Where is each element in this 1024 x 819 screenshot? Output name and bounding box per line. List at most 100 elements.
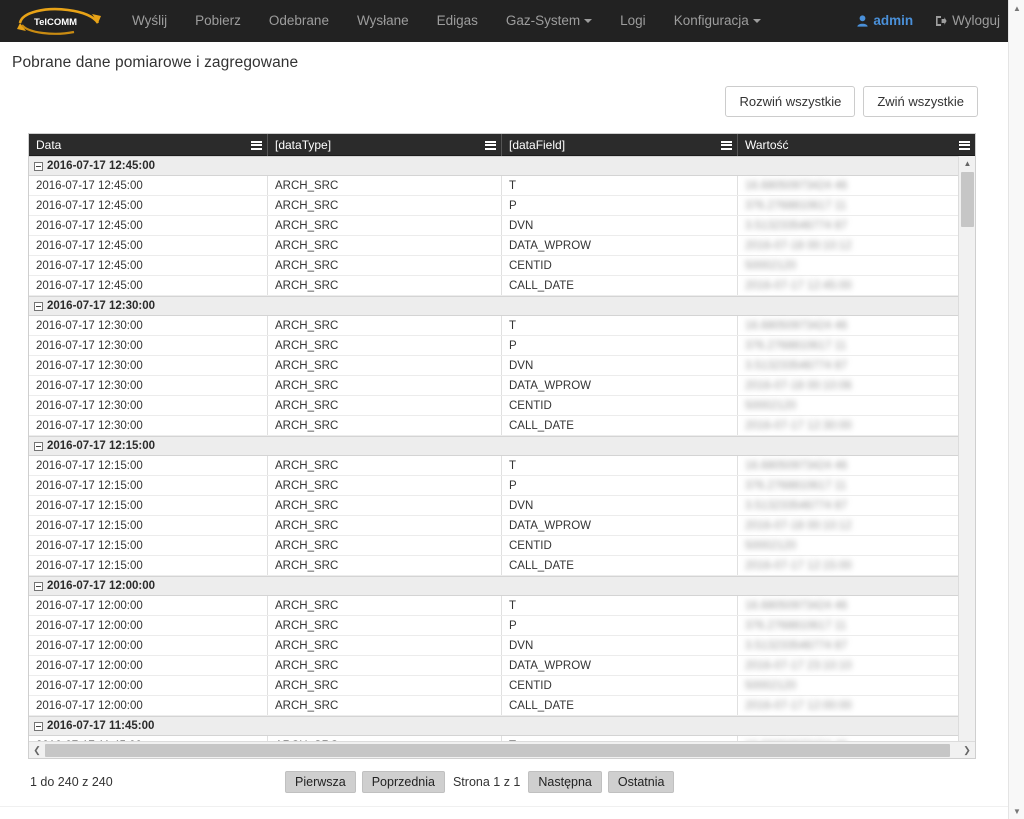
- table-row[interactable]: 2016-07-17 12:15:00 ARCH_SRC CENTID 5000212…: [29, 536, 959, 556]
- table-row[interactable]: 2016-07-17 12:15:00 ARCH_SRC DVN 3.51323354…: [29, 496, 959, 516]
- horizontal-scroll-thumb[interactable]: [45, 743, 950, 757]
- current-user[interactable]: admin: [845, 0, 925, 42]
- cell-wartosc: 3.513233546774 87: [745, 360, 848, 372]
- pagination-bar: 1 do 240 z 240 Pierwsza Poprzednia Stron…: [30, 769, 978, 795]
- nav-item-label: Wysłane: [356, 13, 409, 28]
- cell-datatype: ARCH_SRC: [268, 256, 502, 275]
- table-row[interactable]: 2016-07-17 12:00:00 ARCH_SRC CALL_DATE 2016…: [29, 696, 959, 716]
- minus-box-icon[interactable]: [34, 161, 43, 171]
- cell-datatype: ARCH_SRC: [268, 176, 502, 195]
- table-row[interactable]: 2016-07-17 12:45:00 ARCH_SRC DVN 3.51323354…: [29, 216, 959, 236]
- nav-item-logi[interactable]: Logi: [606, 0, 660, 42]
- first-page-button[interactable]: Pierwsza: [285, 771, 356, 793]
- column-menu-icon[interactable]: [959, 140, 970, 150]
- scroll-right-arrow-icon[interactable]: ❯: [959, 742, 975, 759]
- nav-item-odebrane[interactable]: Odebrane: [255, 0, 343, 42]
- table-row[interactable]: 2016-07-17 12:45:00 ARCH_SRC DATA_WPROW 201…: [29, 236, 959, 256]
- table-row[interactable]: 2016-07-17 12:30:00 ARCH_SRC CENTID 5000212…: [29, 396, 959, 416]
- table-row[interactable]: 2016-07-17 12:30:00 ARCH_SRC T 16.680509734…: [29, 316, 959, 336]
- expand-all-button[interactable]: Rozwiń wszystkie: [725, 86, 856, 117]
- collapse-all-button[interactable]: Zwiń wszystkie: [863, 86, 978, 117]
- cell-data: 2016-07-17 12:30:00: [29, 416, 268, 435]
- nav-items: Wyślij Pobierz Odebrane Wysłane Edigas G…: [118, 0, 775, 42]
- nav-item-label: Gaz-System: [505, 13, 581, 28]
- cell-data: 2016-07-17 12:15:00: [29, 516, 268, 535]
- cell-data: 2016-07-17 12:00:00: [29, 696, 268, 715]
- grid-header-row: Data [dataType] [dataField] Wartość: [29, 134, 975, 156]
- table-row[interactable]: 2016-07-17 12:15:00 ARCH_SRC T 16.680509734…: [29, 456, 959, 476]
- table-row[interactable]: 2016-07-17 12:15:00 ARCH_SRC CALL_DATE 2016…: [29, 556, 959, 576]
- nav-item-label: Edigas: [436, 13, 478, 28]
- table-row[interactable]: 2016-07-17 12:45:00 ARCH_SRC T 16.680509734…: [29, 176, 959, 196]
- cell-datatype: ARCH_SRC: [268, 196, 502, 215]
- cell-datafield: T: [502, 176, 738, 195]
- nav-item-konfiguracja[interactable]: Konfiguracja: [660, 0, 775, 42]
- page-indicator: Strona 1 z 1: [452, 775, 521, 789]
- grid-horizontal-scrollbar[interactable]: ❮ ❯: [29, 741, 975, 758]
- nav-item-edigas[interactable]: Edigas: [423, 0, 492, 42]
- scroll-up-arrow-icon[interactable]: ▲: [959, 156, 975, 171]
- grid-column-header-1[interactable]: [dataType]: [268, 134, 502, 156]
- page-title: Pobrane dane pomiarowe i zagregowane: [12, 54, 299, 71]
- browser-scroll-down-icon[interactable]: ▼: [1009, 803, 1024, 819]
- column-menu-icon[interactable]: [251, 140, 262, 150]
- nav-item-wyslane[interactable]: Wysłane: [343, 0, 423, 42]
- grid-column-header-2[interactable]: [dataField]: [502, 134, 738, 156]
- cell-datatype: ARCH_SRC: [268, 356, 502, 375]
- nav-item-gaz-system[interactable]: Gaz-System: [492, 0, 606, 42]
- cell-data: 2016-07-17 12:15:00: [29, 556, 268, 575]
- table-row[interactable]: 2016-07-17 12:15:00 ARCH_SRC DATA_WPROW 201…: [29, 516, 959, 536]
- cell-wartosc: 16.68050973424 46: [745, 180, 848, 192]
- nav-item-label: Logi: [620, 13, 646, 28]
- grid-column-header-0[interactable]: Data: [29, 134, 268, 156]
- brand-logo[interactable]: TelCOMM: [8, 0, 108, 42]
- scroll-left-arrow-icon[interactable]: ❮: [29, 742, 45, 759]
- table-row[interactable]: 2016-07-17 12:00:00 ARCH_SRC DVN 3.51323354…: [29, 636, 959, 656]
- column-menu-icon[interactable]: [721, 140, 732, 150]
- prev-page-button[interactable]: Poprzednia: [361, 771, 445, 793]
- vertical-scroll-thumb[interactable]: [961, 172, 974, 227]
- cell-data: 2016-07-17 12:00:00: [29, 596, 268, 615]
- table-row[interactable]: 2016-07-17 12:15:00 ARCH_SRC P 376.27688106…: [29, 476, 959, 496]
- data-grid: Data [dataType] [dataField] Wartość 2016-07…: [28, 133, 976, 759]
- group-header-row[interactable]: 2016-07-17 12:45:00: [29, 156, 959, 176]
- column-menu-icon[interactable]: [485, 140, 496, 150]
- table-row[interactable]: 2016-07-17 12:30:00 ARCH_SRC DVN 3.51323354…: [29, 356, 959, 376]
- browser-scrollbar[interactable]: ▲ ▼: [1008, 0, 1024, 819]
- cell-datatype: ARCH_SRC: [268, 396, 502, 415]
- cell-wartosc: 50002120: [745, 400, 797, 412]
- group-header-row[interactable]: 2016-07-17 12:00:00: [29, 576, 959, 596]
- logout-button[interactable]: Wyloguj: [925, 0, 1010, 42]
- minus-box-icon[interactable]: [34, 441, 43, 451]
- horizontal-scroll-track[interactable]: [45, 742, 959, 759]
- cell-datafield: CENTID: [502, 396, 738, 415]
- minus-box-icon[interactable]: [34, 721, 43, 731]
- table-row[interactable]: 2016-07-17 12:45:00 ARCH_SRC CALL_DATE 2016…: [29, 276, 959, 296]
- next-page-button[interactable]: Następna: [528, 771, 602, 793]
- nav-item-wyslij[interactable]: Wyślij: [118, 0, 181, 42]
- minus-box-icon[interactable]: [34, 581, 43, 591]
- table-row[interactable]: 2016-07-17 12:30:00 ARCH_SRC DATA_WPROW 201…: [29, 376, 959, 396]
- grid-column-header-3[interactable]: Wartość: [738, 134, 975, 156]
- chevron-down-icon: [584, 19, 593, 23]
- minus-box-icon[interactable]: [34, 301, 43, 311]
- group-header-row[interactable]: 2016-07-17 12:30:00: [29, 296, 959, 316]
- last-page-button[interactable]: Ostatnia: [607, 771, 675, 793]
- table-row[interactable]: 2016-07-17 11:45:00ARCH_SRCT16.680509734…: [29, 736, 959, 741]
- cell-datatype: ARCH_SRC: [268, 696, 502, 715]
- browser-scroll-up-icon[interactable]: ▲: [1009, 0, 1024, 16]
- table-row[interactable]: 2016-07-17 12:45:00 ARCH_SRC CENTID 5000212…: [29, 256, 959, 276]
- group-header-row[interactable]: 2016-07-17 11:45:00: [29, 716, 959, 736]
- cell-datafield: DATA_WPROW: [502, 376, 738, 395]
- table-row[interactable]: 2016-07-17 12:00:00 ARCH_SRC CENTID 5000212…: [29, 676, 959, 696]
- table-row[interactable]: 2016-07-17 12:00:00 ARCH_SRC DATA_WPROW 201…: [29, 656, 959, 676]
- group-header-row[interactable]: 2016-07-17 12:15:00: [29, 436, 959, 456]
- table-row[interactable]: 2016-07-17 12:00:00 ARCH_SRC P 376.27688106…: [29, 616, 959, 636]
- nav-item-pobierz[interactable]: Pobierz: [181, 0, 255, 42]
- table-row[interactable]: 2016-07-17 12:00:00 ARCH_SRC T 16.680509734…: [29, 596, 959, 616]
- table-row[interactable]: 2016-07-17 12:45:00 ARCH_SRC P 376.27688106…: [29, 196, 959, 216]
- grid-vertical-scrollbar[interactable]: ▲: [958, 156, 975, 741]
- cell-datafield: P: [502, 616, 738, 635]
- table-row[interactable]: 2016-07-17 12:30:00 ARCH_SRC CALL_DATE 2016…: [29, 416, 959, 436]
- table-row[interactable]: 2016-07-17 12:30:00 ARCH_SRC P 376.27688106…: [29, 336, 959, 356]
